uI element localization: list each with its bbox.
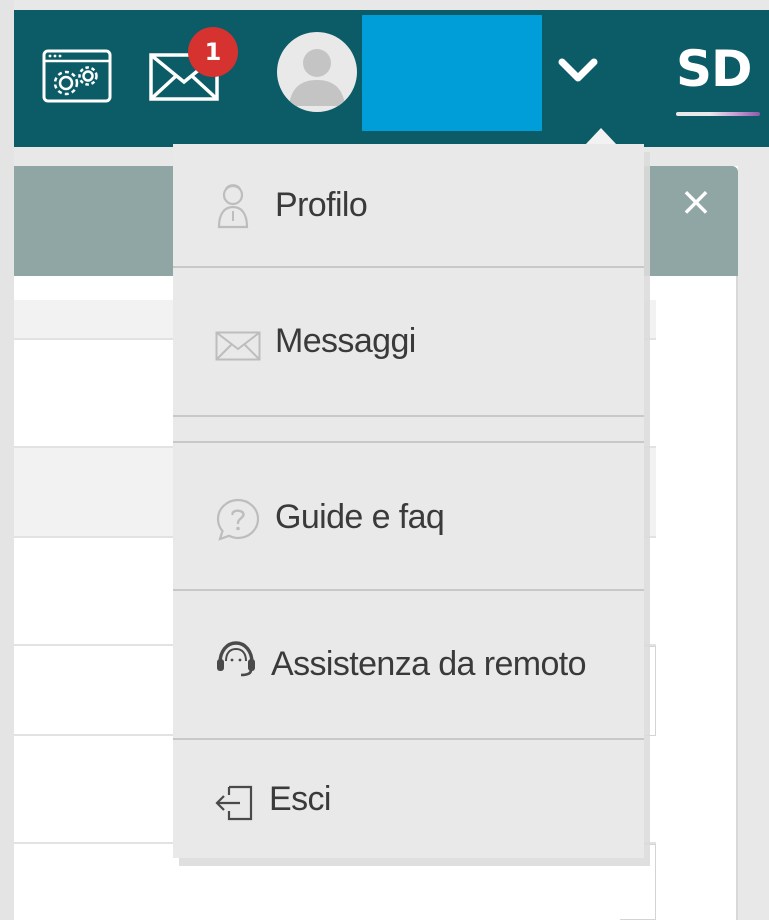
- chevron-down-icon[interactable]: [556, 52, 600, 92]
- username-block[interactable]: [362, 15, 542, 131]
- panel-close-icon[interactable]: ×: [676, 182, 716, 222]
- page-edge: [0, 0, 14, 920]
- menu-item-label: Assistenza da remoto: [271, 645, 587, 683]
- menu-item-label: Messaggi: [275, 322, 416, 360]
- dropdown-caret: [585, 128, 617, 145]
- logo-underline: [676, 112, 760, 116]
- menu-item-label: Guide e faq: [275, 497, 445, 536]
- question-bubble-icon: [215, 497, 261, 543]
- user-dropdown-menu: Profilo Messaggi Guide e faq Assistenza …: [173, 144, 644, 858]
- menu-item-label: Profilo: [275, 185, 368, 224]
- menu-item-label: Esci: [269, 779, 331, 818]
- settings-gears-icon[interactable]: [42, 49, 112, 103]
- mail-badge: 1: [188, 27, 238, 77]
- user-avatar-icon[interactable]: [277, 32, 357, 112]
- envelope-icon: [215, 331, 261, 361]
- menu-item-messaggi[interactable]: Messaggi: [173, 268, 644, 417]
- menu-item-esci[interactable]: Esci: [173, 740, 644, 858]
- headset-icon: [215, 639, 257, 677]
- menu-item-profilo[interactable]: Profilo: [173, 144, 644, 268]
- panel-border: [736, 276, 738, 920]
- menu-item-assistenza-da-remoto[interactable]: Assistenza da remoto: [173, 591, 644, 740]
- user-icon: [217, 181, 249, 229]
- logout-icon: [215, 783, 255, 823]
- menu-divider: [173, 417, 644, 443]
- topbar-strip: [14, 0, 769, 10]
- menu-item-guide-e-faq[interactable]: Guide e faq: [173, 445, 644, 591]
